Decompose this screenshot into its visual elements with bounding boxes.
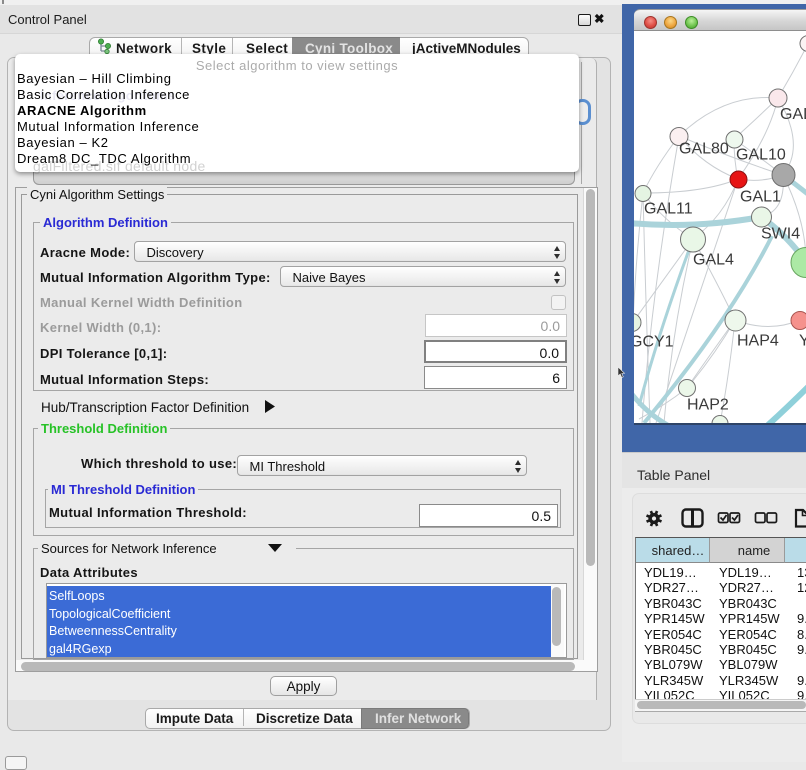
svg-text:GAL80: GAL80 — [679, 141, 729, 158]
svg-text:HAP4: HAP4 — [737, 333, 779, 350]
svg-text:SWI4: SWI4 — [761, 226, 800, 243]
svg-text:GAL1: GAL1 — [740, 189, 781, 206]
svg-text:GAL11: GAL11 — [644, 201, 693, 218]
svg-text:HAP2: HAP2 — [687, 397, 729, 414]
svg-text:GAL10: GAL10 — [736, 147, 786, 164]
svg-text:GAL2: GAL2 — [780, 106, 806, 123]
svg-text:Y: Y — [799, 333, 806, 350]
svg-text:GAL4: GAL4 — [693, 252, 734, 269]
svg-text:GCY1: GCY1 — [634, 334, 674, 351]
